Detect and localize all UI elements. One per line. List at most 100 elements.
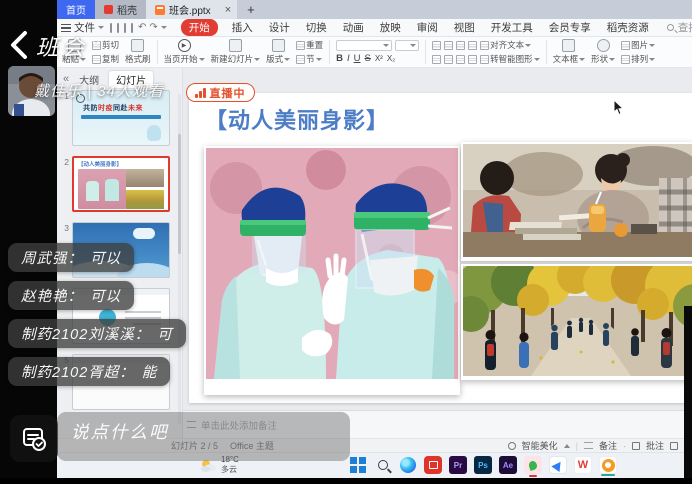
- chat-sender: 制药2102刘溪溪: [21, 327, 135, 343]
- undo-icon[interactable]: ↶: [138, 22, 146, 33]
- arrange-button[interactable]: 排列: [621, 53, 655, 65]
- recorder-app-button[interactable]: [599, 456, 617, 474]
- ribbon-tab-docer-res[interactable]: 稻壳资源: [607, 20, 649, 35]
- chat-input-container[interactable]: [57, 412, 350, 461]
- bullet-list-icon[interactable]: [432, 41, 441, 50]
- align-left-icon[interactable]: [432, 55, 441, 64]
- netdisk-app-button[interactable]: [549, 456, 567, 474]
- room-close-icon[interactable]: ×: [92, 36, 100, 51]
- ribbon-tab-slideshow[interactable]: 放映: [380, 20, 401, 35]
- reset-button[interactable]: 重置: [296, 39, 323, 51]
- picture-button[interactable]: 图片: [621, 39, 655, 51]
- italic-button[interactable]: I: [347, 53, 350, 64]
- superscript-button[interactable]: X²: [375, 54, 383, 63]
- justify-icon[interactable]: [468, 55, 477, 64]
- wps-app-button[interactable]: W: [574, 456, 592, 474]
- history-chevron-icon[interactable]: [161, 26, 167, 29]
- align-right-icon[interactable]: [456, 55, 465, 64]
- align-center-icon[interactable]: [444, 55, 453, 64]
- premiere-button[interactable]: Pr: [449, 456, 467, 474]
- print-icon[interactable]: [124, 23, 126, 33]
- number-list-icon[interactable]: [444, 41, 453, 50]
- after-effects-button[interactable]: Ae: [499, 456, 517, 474]
- netdisk-icon: [551, 458, 564, 471]
- preview-icon[interactable]: [131, 23, 133, 33]
- redo-icon[interactable]: ↷: [149, 22, 157, 33]
- tab-document[interactable]: 班会.pptx ×: [146, 0, 237, 19]
- beautify-expand-icon[interactable]: [564, 444, 570, 448]
- red-app-button[interactable]: [424, 456, 442, 474]
- view-mode-icon[interactable]: [670, 442, 678, 450]
- photoshop-button[interactable]: Ps: [474, 456, 492, 474]
- medics-illustration: [206, 148, 458, 379]
- new-slide-button[interactable]: 新建幻灯片: [211, 39, 261, 65]
- current-slide[interactable]: 【动人美丽身影】: [189, 93, 692, 403]
- section-button[interactable]: 节: [296, 53, 322, 65]
- shapes-button[interactable]: 形状: [591, 39, 615, 65]
- command-search[interactable]: 查找命令、搜索模板: [667, 20, 692, 35]
- font-family-select[interactable]: [336, 40, 392, 51]
- edge-browser-button[interactable]: [399, 456, 417, 474]
- slide-image-medics[interactable]: [204, 146, 460, 395]
- ribbon-tab-member[interactable]: 会员专享: [549, 20, 591, 35]
- thumb-title: 【动人美丽身影】: [78, 160, 122, 168]
- ribbon-tab-view[interactable]: 视图: [454, 20, 475, 35]
- save-icon[interactable]: [110, 23, 112, 33]
- font-size-select[interactable]: [395, 40, 419, 51]
- tab-document-label: 班会.pptx: [169, 2, 211, 17]
- thumb-photo-2: [126, 190, 164, 209]
- chat-text: 可以: [90, 289, 121, 305]
- new-tab-button[interactable]: +: [237, 0, 265, 19]
- red-app-icon: [429, 461, 438, 469]
- note-button[interactable]: 备注: [599, 439, 617, 452]
- ribbon-tab-home[interactable]: 开始: [181, 19, 218, 36]
- output-icon[interactable]: [117, 23, 119, 33]
- ribbon-tab-review[interactable]: 审阅: [417, 20, 438, 35]
- ribbon-tab-animation[interactable]: 动画: [343, 20, 364, 35]
- smart-graphic-button[interactable]: 转智能图形: [480, 53, 540, 65]
- chat-input[interactable]: [69, 421, 269, 444]
- chat-message: 制药2102刘溪溪：可: [8, 319, 186, 348]
- sprout-app-button[interactable]: [524, 456, 542, 474]
- layout-button[interactable]: 版式: [266, 39, 290, 65]
- play-from-current-button[interactable]: ▶当页开始: [164, 39, 205, 65]
- ribbon-tab-insert[interactable]: 插入: [232, 20, 253, 35]
- bold-button[interactable]: B: [336, 53, 343, 64]
- chevron-down-icon: [98, 26, 104, 29]
- play-icon: ▶: [178, 39, 191, 52]
- textbox-icon: [562, 39, 575, 52]
- ribbon-tab-devtools[interactable]: 开发工具: [491, 20, 533, 35]
- slide-image-study[interactable]: [461, 142, 692, 261]
- taskbar-search-button[interactable]: [374, 456, 392, 474]
- thumbnail-scrollbar[interactable]: [178, 94, 181, 424]
- textbox-button[interactable]: 文本框: [553, 39, 586, 65]
- copy-button[interactable]: 复制: [92, 53, 119, 65]
- slide-title[interactable]: 【动人美丽身影】: [205, 103, 389, 135]
- underline-button[interactable]: U: [354, 53, 361, 64]
- back-button[interactable]: [8, 30, 30, 60]
- ribbon-tab-transition[interactable]: 切换: [306, 20, 327, 35]
- slide-thumbnail[interactable]: 【动人美丽身影】: [72, 156, 170, 212]
- live-badge: 直播中: [186, 83, 255, 102]
- tab-close-icon[interactable]: ×: [225, 4, 231, 16]
- comment-button[interactable]: 批注: [646, 439, 664, 452]
- new-slide-icon: [229, 39, 242, 52]
- strike-button[interactable]: S: [365, 53, 371, 64]
- align-text-icon: [480, 41, 489, 50]
- smart-beautify-button[interactable]: 智能美化: [522, 439, 558, 452]
- chat-sender: 制药2102胥超: [21, 365, 119, 381]
- start-button[interactable]: [349, 456, 367, 474]
- ribbon-tab-design[interactable]: 设计: [269, 20, 290, 35]
- format-painter-button[interactable]: 格式刷: [125, 39, 151, 65]
- subscript-button[interactable]: X₂: [387, 54, 395, 63]
- thumb-illustration: [78, 169, 126, 209]
- slide-thumb-2-selected[interactable]: 2 【动人美丽身影】: [57, 156, 182, 212]
- align-text-button[interactable]: 对齐文本: [480, 39, 531, 51]
- beautify-icon: [508, 442, 516, 450]
- indent-increase-icon[interactable]: [468, 41, 477, 50]
- slide-image-autumn[interactable]: [461, 264, 692, 380]
- indent-decrease-icon[interactable]: [456, 41, 465, 50]
- tab-docer[interactable]: 稻壳: [95, 0, 146, 19]
- tab-home[interactable]: 首页: [57, 0, 95, 19]
- sign-in-tool-button[interactable]: [10, 415, 58, 462]
